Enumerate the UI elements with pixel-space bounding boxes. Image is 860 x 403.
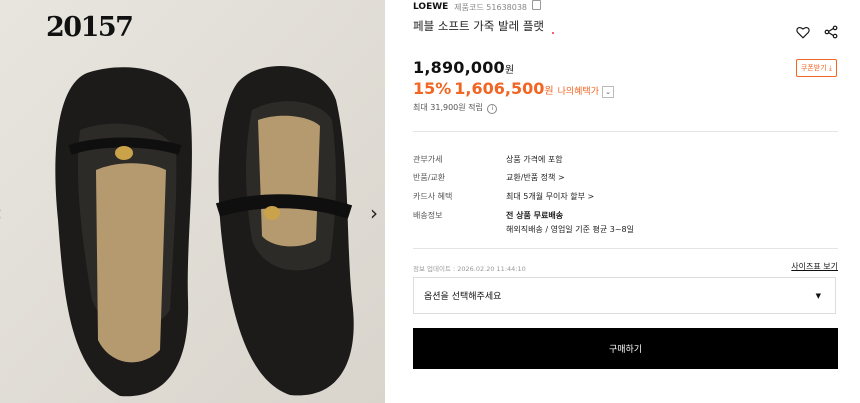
- coupon-button[interactable]: 쿠폰받기 ⤓: [795, 59, 837, 77]
- product-code-label: 제품코드: [454, 3, 484, 12]
- spec-label-shipping: 배송정보: [413, 211, 443, 220]
- product-code-value: 51638038: [486, 3, 528, 12]
- spec-label-card: 카드사 혜택: [413, 192, 453, 201]
- caret-down-icon: ▼: [815, 291, 821, 300]
- product-photo: [0, 0, 385, 403]
- prev-image-arrow-icon[interactable]: ‹: [0, 203, 2, 223]
- card-benefit-link[interactable]: 최대 5개월 무이자 할부 >: [506, 191, 594, 202]
- spec-value-shipping: 전 상품 무료배송: [506, 211, 564, 220]
- brand-row: LOEWE 제품코드 51638038: [413, 0, 541, 13]
- info-updated-time: 정보 업데이트 : 2026.02.20 11:44:10: [413, 265, 526, 273]
- original-price-value: 1,890,000: [413, 58, 505, 77]
- returns-policy-link[interactable]: 교환/반품 정책 >: [506, 172, 565, 183]
- divider: [413, 248, 838, 249]
- chevron-down-icon[interactable]: ⌄: [602, 86, 614, 98]
- product-title: 페블 소프트 가죽 발레 플랫: [413, 19, 545, 33]
- sale-price-row: 15% 1,606,500 원 나의혜택가 ⌄: [413, 79, 614, 98]
- spec-label-returns: 반품/교환: [413, 173, 446, 182]
- points-info: 최대 31,900원 적립 i: [413, 102, 498, 114]
- option-select[interactable]: 옵션을 선택해주세요 ▼: [413, 277, 836, 314]
- sale-price-unit: 원: [544, 86, 554, 97]
- option-select-placeholder: 옵션을 선택해주세요: [424, 292, 502, 302]
- original-price: 1,890,000원: [413, 58, 514, 77]
- spec-value-shipping-sub: 해외직배송 / 영업일 기준 평균 3~8일: [506, 225, 634, 234]
- discount-percent: 15%: [413, 79, 452, 98]
- coupon-button-label: 쿠폰받기: [800, 64, 827, 72]
- product-code: 제품코드 51638038: [454, 0, 541, 13]
- share-icon[interactable]: [824, 24, 838, 43]
- original-price-unit: 원: [504, 65, 515, 76]
- red-dot: [552, 32, 554, 34]
- buy-button[interactable]: 구매하기: [413, 328, 838, 369]
- spec-label-duty: 관부가세: [413, 155, 443, 164]
- image-watermark: 20157: [46, 12, 134, 43]
- product-actions: [796, 24, 838, 43]
- points-label: 최대: [413, 103, 428, 112]
- next-image-arrow-icon[interactable]: ›: [370, 203, 378, 223]
- product-image-gallery[interactable]: 20157 ‹ ›: [0, 0, 385, 403]
- spec-value-duty: 상품 가격에 포함: [506, 155, 563, 164]
- benefit-label[interactable]: 나의혜택가: [558, 84, 599, 97]
- copy-icon[interactable]: [531, 0, 541, 10]
- wishlist-heart-icon[interactable]: [796, 24, 810, 43]
- product-info-panel: LOEWE 제품코드 51638038 페블 소프트 가죽 발레 플랫 1,89…: [413, 0, 838, 403]
- points-value: 31,900원 적립: [430, 103, 483, 112]
- sale-price: 1,606,500: [454, 79, 545, 98]
- size-chart-link[interactable]: 사이즈표 보기: [791, 261, 838, 272]
- brand-link[interactable]: LOEWE: [413, 2, 448, 12]
- divider: [413, 131, 838, 132]
- info-icon[interactable]: i: [487, 104, 498, 114]
